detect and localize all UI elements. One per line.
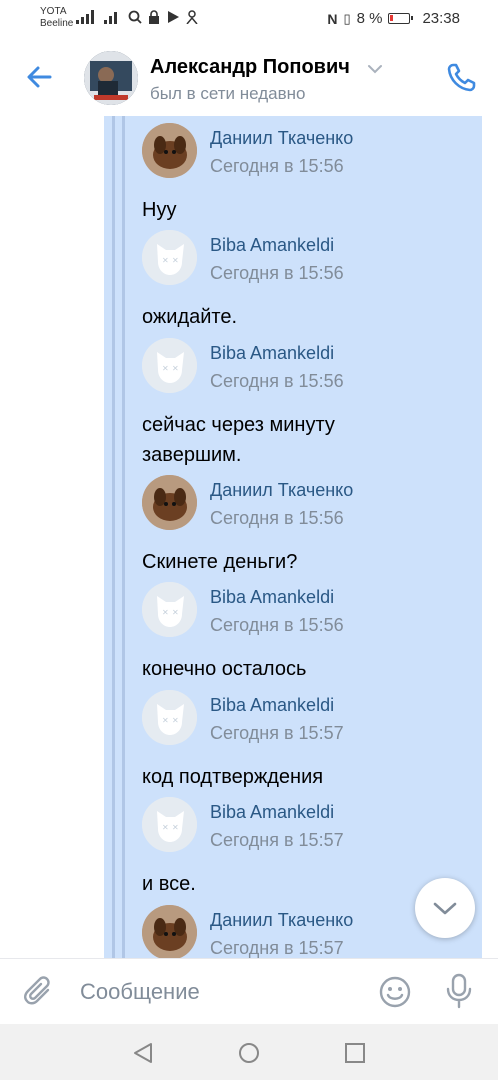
message-text: ожидайте.	[142, 306, 238, 328]
scroll-down-button[interactable]	[415, 878, 475, 938]
author-avatar[interactable]	[142, 123, 197, 178]
attach-icon[interactable]	[22, 975, 56, 1009]
svg-text:✕: ✕	[162, 823, 169, 832]
message-text: Нуу	[142, 199, 177, 221]
message-text: Скинете деньги?	[142, 551, 298, 573]
play-icon	[168, 11, 179, 23]
message-composer: Сообщение	[0, 958, 498, 1025]
vibrate-icon: ▯	[343, 10, 351, 26]
carrier-1: YOTA	[40, 6, 67, 17]
svg-text:✕: ✕	[162, 716, 169, 725]
message-text: конечно осталось	[142, 658, 307, 680]
author-avatar[interactable]: ✕ ✕	[142, 230, 197, 285]
message-author[interactable]: Biba Amankeldi	[210, 235, 334, 256]
contact-status: был в сети недавно	[150, 84, 306, 103]
battery-percent: 8 %	[356, 10, 383, 27]
author-avatar[interactable]: ✕ ✕	[142, 582, 197, 637]
message-time: Сегодня в 15:56	[210, 263, 344, 283]
carrier-2: Beeline	[40, 18, 74, 29]
message-text: код подтверждения	[142, 766, 324, 788]
message-time: Сегодня в 15:57	[210, 723, 344, 743]
nav-back-icon[interactable]	[132, 1042, 154, 1064]
svg-text:✕: ✕	[172, 364, 179, 373]
message-author[interactable]: Biba Amankeldi	[210, 802, 334, 823]
contact-avatar[interactable]	[84, 51, 138, 105]
vk-default-dog-icon: ✕ ✕	[142, 797, 197, 852]
message-list[interactable]: Даниил Ткаченко Сегодня в 15:56 Нуу ✕ ✕ B…	[0, 116, 498, 958]
message-text: сейчас через минуту завершим.	[142, 414, 335, 466]
forward-bar	[122, 116, 125, 958]
vk-default-dog-icon: ✕ ✕	[142, 230, 197, 285]
dog-photo	[142, 475, 197, 530]
microphone-icon[interactable]	[443, 973, 475, 1009]
contact-name[interactable]: Александр Попович	[150, 56, 350, 79]
nfc-icon: N	[327, 10, 338, 27]
message-time: Сегодня в 15:57	[210, 938, 344, 958]
lock-icon	[149, 10, 159, 24]
vk-default-dog-icon: ✕ ✕	[142, 690, 197, 745]
contact-photo	[84, 51, 138, 105]
status-bar: YOTA Beeline N ▯ 8 % 23:38	[0, 0, 498, 38]
message-time: Сегодня в 15:56	[210, 508, 344, 528]
vk-default-dog-icon: ✕ ✕	[142, 582, 197, 637]
svg-text:✕: ✕	[162, 256, 169, 265]
nav-recent-icon[interactable]	[344, 1042, 366, 1064]
signal-strength-icon	[104, 12, 117, 24]
message-time: Сегодня в 15:56	[210, 371, 344, 391]
back-arrow-icon[interactable]	[22, 60, 56, 94]
message-time: Сегодня в 15:56	[210, 156, 344, 176]
clock: 23:38	[422, 10, 460, 27]
svg-text:✕: ✕	[172, 256, 179, 265]
message-time: Сегодня в 15:56	[210, 615, 344, 635]
svg-text:✕: ✕	[172, 716, 179, 725]
chevron-down-icon	[433, 902, 457, 915]
message-author[interactable]: Biba Amankeldi	[210, 695, 334, 716]
author-avatar[interactable]	[142, 905, 197, 958]
author-avatar[interactable]: ✕ ✕	[142, 338, 197, 393]
nav-home-icon[interactable]	[238, 1042, 260, 1064]
message-author[interactable]: Даниил Ткаченко	[210, 910, 353, 931]
message-author[interactable]: Biba Amankeldi	[210, 587, 334, 608]
signal-icons	[76, 10, 198, 24]
author-avatar[interactable]	[142, 475, 197, 530]
svg-text:✕: ✕	[172, 608, 179, 617]
vk-default-dog-icon: ✕ ✕	[142, 338, 197, 393]
emoji-icon[interactable]	[378, 975, 412, 1009]
svg-text:✕: ✕	[162, 608, 169, 617]
author-avatar[interactable]: ✕ ✕	[142, 690, 197, 745]
forward-bar	[112, 116, 115, 958]
status-right: N ▯ 8 % 23:38	[327, 10, 460, 27]
dog-photo	[142, 123, 197, 178]
signal-strength-icon	[76, 10, 94, 24]
svg-text:✕: ✕	[162, 364, 169, 373]
author-avatar[interactable]: ✕ ✕	[142, 797, 197, 852]
message-author[interactable]: Даниил Ткаченко	[210, 480, 353, 501]
chevron-down-icon[interactable]	[367, 63, 383, 75]
carrier-labels: YOTA Beeline	[40, 6, 73, 30]
phone-icon[interactable]	[445, 60, 479, 94]
message-text: и все.	[142, 873, 196, 895]
message-author[interactable]: Даниил Ткаченко	[210, 128, 353, 149]
battery-icon	[388, 13, 414, 24]
dog-photo	[142, 905, 197, 958]
chat-header: Александр Попович был в сети недавно	[0, 38, 498, 117]
message-author[interactable]: Biba Amankeldi	[210, 343, 334, 364]
search-icon	[128, 10, 142, 24]
svg-text:✕: ✕	[172, 823, 179, 832]
person-icon	[186, 10, 198, 24]
system-nav-bar	[0, 1024, 498, 1080]
message-input[interactable]: Сообщение	[80, 979, 200, 1005]
message-time: Сегодня в 15:57	[210, 830, 344, 850]
